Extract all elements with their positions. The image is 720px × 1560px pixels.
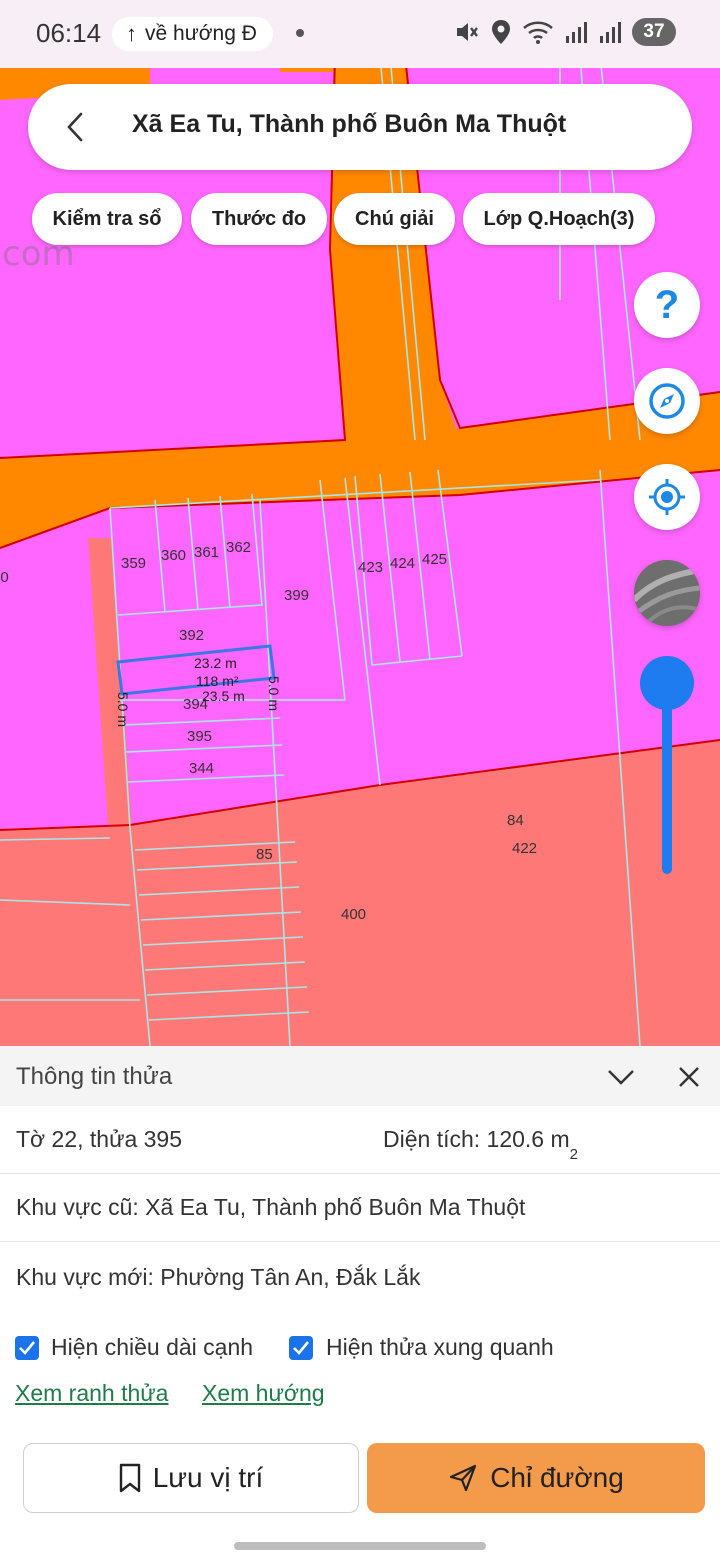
parcel-label: 85 xyxy=(256,846,273,863)
collapse-button[interactable] xyxy=(604,1060,638,1094)
area-text: Diện tích: 120.6 m xyxy=(383,1126,570,1152)
navigation-text: về hướng Đ xyxy=(145,22,257,45)
panel-title: Thông tin thửa xyxy=(16,1063,173,1090)
parcel-id: Tờ 22, thửa 395 xyxy=(16,1126,183,1152)
show-neighbors-checkbox[interactable] xyxy=(289,1336,313,1360)
wifi-icon xyxy=(523,21,553,44)
signal-icon xyxy=(566,22,587,43)
area-unit-sup: 2 xyxy=(569,1146,578,1163)
show-neighbors-label[interactable]: Hiện thửa xung quanh xyxy=(326,1334,554,1361)
home-indicator[interactable] xyxy=(234,1542,486,1550)
my-location-icon xyxy=(649,479,685,515)
parcel-label: 392 xyxy=(179,627,204,644)
close-button[interactable] xyxy=(672,1060,706,1094)
parcel-label: 400 xyxy=(341,906,366,923)
status-time: 06:14 xyxy=(36,18,102,48)
parcel-label: 399 xyxy=(284,587,309,604)
new-area-row: Khu vực mới: Phường Tân An, Đắk Lắk xyxy=(0,1244,720,1312)
zoom-slider-thumb[interactable] xyxy=(640,656,694,710)
directions-label: Chỉ đường xyxy=(490,1462,624,1493)
signal-icon xyxy=(600,22,621,43)
notification-dot xyxy=(296,29,304,37)
save-location-label: Lưu vị trí xyxy=(152,1462,264,1493)
status-icons: 37 xyxy=(454,18,676,46)
mute-icon xyxy=(457,23,478,41)
panel-header: Thông tin thửa xyxy=(0,1046,720,1106)
parcel-label: 361 xyxy=(194,544,219,561)
location-icon xyxy=(492,20,510,44)
parcel-label: 395 xyxy=(187,728,212,745)
check-icon xyxy=(19,1341,35,1355)
parcel-label: 344 xyxy=(189,760,214,777)
status-bar: 06:14 ↑ về hướng Đ 37 xyxy=(0,0,720,68)
chevron-down-icon xyxy=(608,1070,634,1085)
arrow-up-icon: ↑ xyxy=(126,21,137,46)
chip-check-book[interactable]: Kiểm tra sổ xyxy=(32,193,182,245)
chip-legend[interactable]: Chú giải xyxy=(334,193,455,245)
options-row: Hiện chiều dài cạnh Hiện thửa xung quanh xyxy=(0,1330,720,1370)
satellite-thumbnail xyxy=(634,560,700,626)
save-location-button[interactable]: Lưu vị trí xyxy=(23,1443,359,1513)
layer-thumbnail[interactable] xyxy=(634,560,700,626)
zoom-slider[interactable] xyxy=(662,684,672,874)
parcel-area-label: 118 m² xyxy=(196,673,239,689)
help-button[interactable]: ? xyxy=(634,272,700,338)
edge-length-top: 23.2 m xyxy=(194,655,237,671)
battery-icon: 37 xyxy=(632,18,676,46)
parcel-label: 360 xyxy=(161,547,186,564)
check-icon xyxy=(293,1341,309,1355)
close-icon xyxy=(679,1067,699,1087)
view-boundary-link[interactable]: Xem ranh thửa xyxy=(15,1380,168,1407)
send-icon xyxy=(450,1464,477,1492)
search-bar[interactable]: Xã Ea Tu, Thành phố Buôn Ma Thuột xyxy=(28,84,692,170)
show-edges-label[interactable]: Hiện chiều dài cạnh xyxy=(51,1334,253,1361)
parcel-label: 30 xyxy=(0,569,9,586)
bookmark-icon xyxy=(119,1463,140,1493)
compass-button[interactable] xyxy=(634,368,700,434)
new-area-text: Khu vực mới: Phường Tân An, Đắk Lắk xyxy=(16,1264,421,1290)
parcel-label: 424 xyxy=(390,555,415,572)
edge-length-bottom: 23.5 m xyxy=(202,688,245,704)
parcel-area: Diện tích: 120.6 m2 xyxy=(383,1126,578,1163)
location-title: Xã Ea Tu, Thành phố Buôn Ma Thuột xyxy=(132,110,567,138)
directions-button[interactable]: Chỉ đường xyxy=(367,1443,705,1513)
navigation-chip[interactable]: ↑ về hướng Đ xyxy=(112,17,273,51)
chip-ruler[interactable]: Thước đo xyxy=(191,193,327,245)
parcel-label: 425 xyxy=(422,551,447,568)
chip-planning-layer[interactable]: Lớp Q.Hoạch(3) xyxy=(463,193,655,245)
old-area-row: Khu vực cũ: Xã Ea Tu, Thành phố Buôn Ma … xyxy=(0,1174,720,1242)
my-location-button[interactable] xyxy=(634,464,700,530)
show-edges-checkbox[interactable] xyxy=(15,1336,39,1360)
parcel-label: 362 xyxy=(226,539,251,556)
edge-length-right: 5.0 m xyxy=(266,676,282,711)
old-area-text: Khu vực cũ: Xã Ea Tu, Thành phố Buôn Ma … xyxy=(16,1194,526,1220)
parcel-label: 84 xyxy=(507,812,524,829)
back-button[interactable] xyxy=(58,110,92,144)
edge-length-left: 5.0 m xyxy=(115,692,131,727)
chevron-left-icon xyxy=(67,112,83,142)
parcel-label: 422 xyxy=(512,840,537,857)
compass-icon xyxy=(649,383,685,419)
parcel-info-panel: Thông tin thửa Tờ 22, thửa 395 Diện tích… xyxy=(0,1046,720,1560)
parcel-label: 423 xyxy=(358,559,383,576)
parcel-label: 359 xyxy=(121,555,146,572)
view-direction-link[interactable]: Xem hướng xyxy=(202,1380,325,1407)
parcel-summary-row: Tờ 22, thửa 395 Diện tích: 120.6 m2 xyxy=(0,1106,720,1174)
help-icon: ? xyxy=(654,282,680,327)
